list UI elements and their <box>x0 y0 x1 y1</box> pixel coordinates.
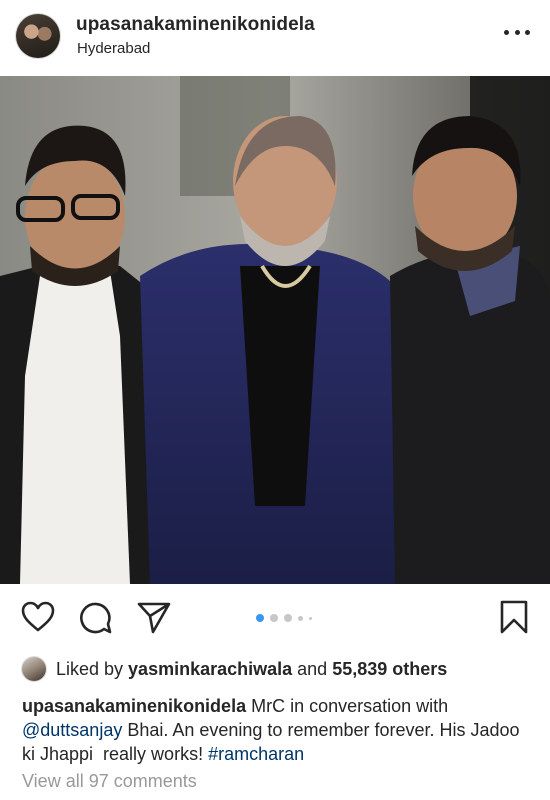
carousel-dot <box>309 616 312 620</box>
carousel-dot <box>270 614 278 622</box>
likes-prefix: Liked by <box>56 658 129 679</box>
send-icon[interactable] <box>136 599 172 635</box>
post-username[interactable]: upasanakaminenikonidela <box>76 14 315 36</box>
caption-mention[interactable]: @duttsanjay <box>22 720 122 740</box>
photo-illustration <box>0 76 550 584</box>
carousel-dot <box>298 615 303 621</box>
carousel-dot <box>284 614 292 622</box>
post-header: upasanakaminenikonidela Hyderabad <box>0 0 550 75</box>
view-comments-link[interactable]: View all 97 comments <box>22 771 197 792</box>
caption-text: MrC in conversation with <box>246 696 454 716</box>
caption-username[interactable]: upasanakaminenikonidela <box>22 696 246 716</box>
liker-avatar <box>22 657 46 681</box>
likes-middle: and <box>292 658 333 679</box>
profile-avatar[interactable] <box>16 14 60 58</box>
likes-count[interactable]: 55,839 others <box>332 659 447 680</box>
carousel-indicator <box>256 614 312 622</box>
carousel-dot <box>256 614 264 622</box>
bookmark-icon[interactable] <box>496 599 532 635</box>
action-bar <box>0 584 550 654</box>
post-photo[interactable] <box>0 76 550 584</box>
comment-icon[interactable] <box>78 599 114 635</box>
post-location[interactable]: Hyderabad <box>77 40 150 57</box>
more-options-icon[interactable] <box>504 22 530 42</box>
caption-hashtag[interactable]: #ramcharan <box>208 744 304 764</box>
post-caption: upasanakaminenikonidela MrC in conversat… <box>22 694 532 766</box>
heart-icon[interactable] <box>20 599 56 635</box>
likes-line[interactable]: Liked by yasminkarachiwala and 55,839 ot… <box>22 656 447 682</box>
liker-username[interactable]: yasminkarachiwala <box>128 659 292 680</box>
